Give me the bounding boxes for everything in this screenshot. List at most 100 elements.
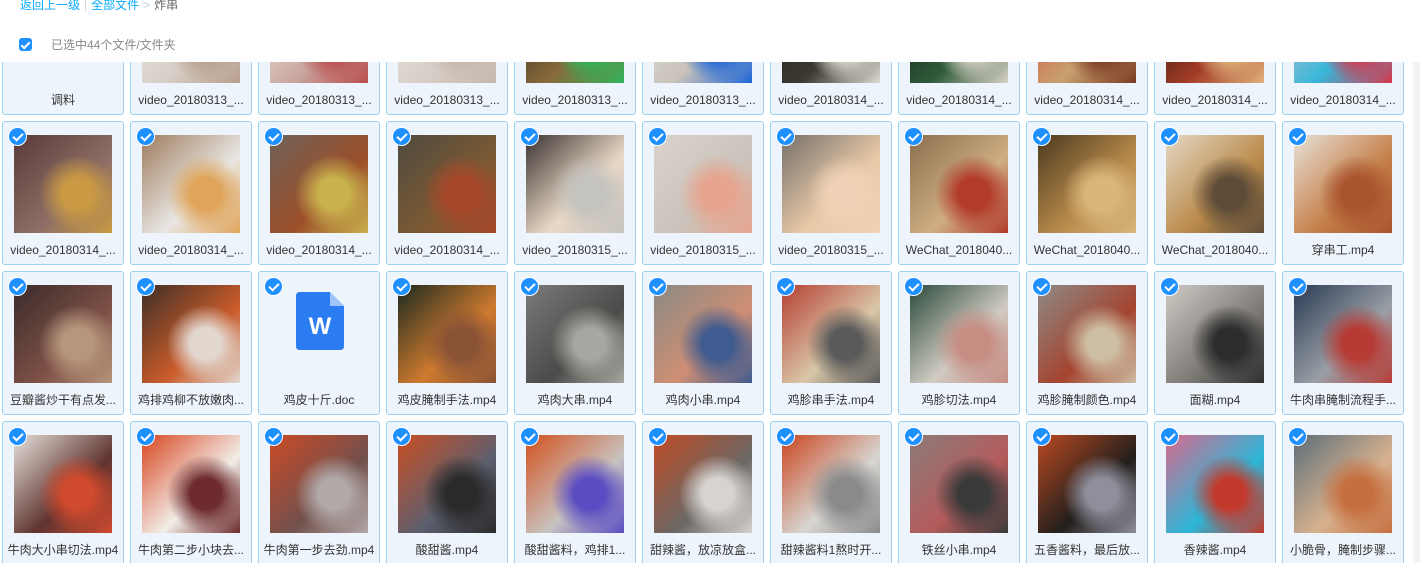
- video-thumbnail: [1166, 285, 1264, 383]
- file-name: 鸡皮腌制手法.mp4: [397, 393, 497, 407]
- selected-check-icon[interactable]: [1160, 127, 1179, 146]
- selected-check-icon[interactable]: [1032, 427, 1051, 446]
- file-name: video_20180315_...: [650, 243, 756, 257]
- header-bar: 返回上一级 | 全部文件 > 炸串 已选中44个文件/文件夹: [0, 0, 1420, 62]
- selected-check-icon[interactable]: [264, 277, 283, 296]
- file-name: 铁丝小串.mp4: [921, 543, 997, 557]
- file-item[interactable]: video_20180315_...: [514, 121, 636, 265]
- selected-check-icon[interactable]: [8, 277, 27, 296]
- file-item[interactable]: video_20180315_...: [642, 121, 764, 265]
- file-name: 面糊.mp4: [1189, 393, 1241, 407]
- selected-check-icon[interactable]: [776, 127, 795, 146]
- file-item[interactable]: 鸡胗切法.mp4: [898, 271, 1020, 415]
- selected-check-icon[interactable]: [648, 277, 667, 296]
- file-name: 牛肉大小串切法.mp4: [7, 543, 119, 557]
- video-thumbnail: [270, 435, 368, 533]
- video-thumbnail: [1294, 135, 1392, 233]
- file-item[interactable]: video_20180314_...: [258, 121, 380, 265]
- file-name: 五香酱料，最后放...: [1033, 543, 1140, 557]
- file-item[interactable]: 牛肉第一步去劲.mp4: [258, 421, 380, 563]
- file-name: video_20180314_...: [906, 93, 1012, 107]
- all-files-link[interactable]: 全部文件: [91, 0, 139, 12]
- selected-check-icon[interactable]: [1288, 427, 1307, 446]
- video-thumbnail: [654, 435, 752, 533]
- selected-check-icon[interactable]: [136, 277, 155, 296]
- selected-check-icon[interactable]: [8, 127, 27, 146]
- selected-check-icon[interactable]: [392, 277, 411, 296]
- select-all-checkbox[interactable]: [19, 38, 32, 51]
- file-item[interactable]: 豆瓣酱炒干有点发...: [2, 271, 124, 415]
- file-item[interactable]: 甜辣酱，放凉放盒...: [642, 421, 764, 563]
- file-item[interactable]: 鸡肉小串.mp4: [642, 271, 764, 415]
- file-item[interactable]: 五香酱料，最后放...: [1026, 421, 1148, 563]
- file-item[interactable]: video_20180314_...: [130, 121, 252, 265]
- file-name: 酸甜酱料，鸡排1...: [524, 543, 626, 557]
- selected-check-icon[interactable]: [648, 127, 667, 146]
- file-item[interactable]: WeChat_2018040...: [898, 121, 1020, 265]
- file-item[interactable]: 酸甜酱.mp4: [386, 421, 508, 563]
- file-name: 鸡胗腌制颜色.mp4: [1037, 393, 1137, 407]
- selected-check-icon[interactable]: [520, 127, 539, 146]
- file-item[interactable]: W 鸡皮十斤.doc: [258, 271, 380, 415]
- video-thumbnail: [14, 435, 112, 533]
- selected-check-icon[interactable]: [136, 127, 155, 146]
- video-thumbnail: [1166, 435, 1264, 533]
- file-item[interactable]: video_20180314_...: [2, 121, 124, 265]
- file-item[interactable]: video_20180315_...: [770, 121, 892, 265]
- file-item[interactable]: 铁丝小串.mp4: [898, 421, 1020, 563]
- video-thumbnail: [1038, 135, 1136, 233]
- file-item[interactable]: 鸡胗腌制颜色.mp4: [1026, 271, 1148, 415]
- file-name: WeChat_2018040...: [1161, 243, 1269, 257]
- file-item[interactable]: WeChat_2018040...: [1026, 121, 1148, 265]
- selected-check-icon[interactable]: [520, 277, 539, 296]
- file-name: video_20180314_...: [1290, 93, 1396, 107]
- file-item[interactable]: 鸡胗串手法.mp4: [770, 271, 892, 415]
- file-name: video_20180313_...: [266, 93, 372, 107]
- selected-check-icon[interactable]: [8, 427, 27, 446]
- file-item[interactable]: 穿串工.mp4: [1282, 121, 1404, 265]
- selected-check-icon[interactable]: [904, 277, 923, 296]
- scrollbar[interactable]: [1413, 62, 1420, 563]
- file-item[interactable]: video_20180314_...: [386, 121, 508, 265]
- selected-check-icon[interactable]: [776, 277, 795, 296]
- file-item[interactable]: 酸甜酱料，鸡排1...: [514, 421, 636, 563]
- file-item[interactable]: 小脆骨，腌制步骤...: [1282, 421, 1404, 563]
- file-item[interactable]: 鸡排鸡柳不放嫩肉...: [130, 271, 252, 415]
- selected-check-icon[interactable]: [1160, 427, 1179, 446]
- file-name: 鸡肉大串.mp4: [537, 393, 613, 407]
- selected-check-icon[interactable]: [648, 427, 667, 446]
- file-name: video_20180314_...: [266, 243, 372, 257]
- selected-check-icon[interactable]: [136, 427, 155, 446]
- selected-check-icon[interactable]: [520, 427, 539, 446]
- video-thumbnail: [14, 285, 112, 383]
- selected-check-icon[interactable]: [1288, 127, 1307, 146]
- selected-check-icon[interactable]: [904, 127, 923, 146]
- video-thumbnail: [654, 285, 752, 383]
- selection-count-text: 已选中44个文件/文件夹: [51, 38, 176, 52]
- file-name: video_20180314_...: [10, 243, 116, 257]
- selected-check-icon[interactable]: [264, 127, 283, 146]
- selected-check-icon[interactable]: [1288, 277, 1307, 296]
- file-name: video_20180314_...: [394, 243, 500, 257]
- file-item[interactable]: WeChat_2018040...: [1154, 121, 1276, 265]
- file-name: 小脆骨，腌制步骤...: [1289, 543, 1396, 557]
- file-item[interactable]: 牛肉串腌制流程手...: [1282, 271, 1404, 415]
- selected-check-icon[interactable]: [264, 427, 283, 446]
- file-item[interactable]: 香辣酱.mp4: [1154, 421, 1276, 563]
- file-item[interactable]: 牛肉大小串切法.mp4: [2, 421, 124, 563]
- file-item[interactable]: 面糊.mp4: [1154, 271, 1276, 415]
- file-item[interactable]: 甜辣酱料1熬时开...: [770, 421, 892, 563]
- file-item[interactable]: 鸡肉大串.mp4: [514, 271, 636, 415]
- selected-check-icon[interactable]: [1160, 277, 1179, 296]
- selected-check-icon[interactable]: [776, 427, 795, 446]
- selected-check-icon[interactable]: [904, 427, 923, 446]
- selected-check-icon[interactable]: [392, 127, 411, 146]
- file-item[interactable]: 牛肉第二步小块去...: [130, 421, 252, 563]
- selected-check-icon[interactable]: [392, 427, 411, 446]
- video-thumbnail: [1294, 285, 1392, 383]
- file-item[interactable]: 鸡皮腌制手法.mp4: [386, 271, 508, 415]
- back-link[interactable]: 返回上一级: [20, 0, 80, 12]
- selected-check-icon[interactable]: [1032, 127, 1051, 146]
- selected-check-icon[interactable]: [1032, 277, 1051, 296]
- word-doc-icon: W: [296, 292, 344, 350]
